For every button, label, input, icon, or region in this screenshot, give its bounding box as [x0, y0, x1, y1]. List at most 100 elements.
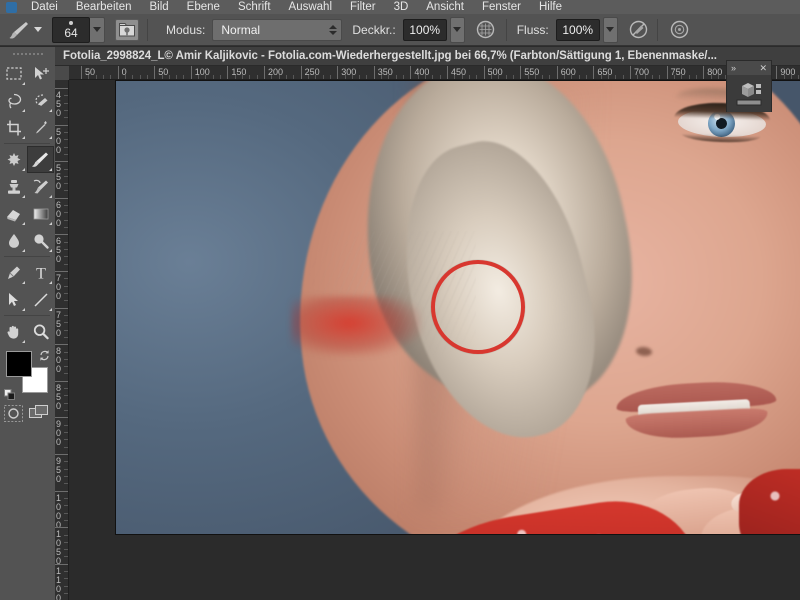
- menu-item-filter[interactable]: Filter: [341, 0, 385, 14]
- opacity-label: Deckkr.:: [352, 22, 396, 37]
- flow-field[interactable]: 100%: [555, 18, 600, 41]
- ruler-tick: 800: [703, 66, 722, 79]
- mode-select[interactable]: Normal: [212, 18, 343, 41]
- ruler-tick-label: 600: [560, 67, 576, 77]
- sidebar-item-blur-tool[interactable]: [0, 227, 27, 254]
- document-tab-bar[interactable]: Fotolia_2998824_L© Amir Kaljikovic - Fot…: [55, 47, 800, 66]
- sidebar-item-move-tool[interactable]: [27, 60, 54, 87]
- sidebar-item-brush-tool[interactable]: [27, 146, 54, 173]
- ruler-tick: 50: [154, 66, 168, 79]
- vertical-ruler[interactable]: 450 500 550 600 650 700 750 800 850 900 950 1000 105…: [55, 80, 69, 600]
- sidebar-item-path-selection-tool[interactable]: [0, 286, 27, 313]
- ruler-tick-label: 50: [85, 67, 96, 77]
- sidebar-item-dodge-tool[interactable]: [27, 227, 54, 254]
- ruler-tick: 600: [556, 66, 576, 79]
- close-icon[interactable]: ✕: [759, 61, 767, 75]
- menu-item-auswahl[interactable]: Auswahl: [280, 0, 341, 14]
- ruler-tick: 300: [337, 66, 356, 79]
- type-icon: T: [36, 265, 46, 282]
- menu-item-schrift[interactable]: Schrift: [229, 0, 280, 14]
- ruler-tick: 900: [776, 66, 795, 79]
- menu-item-ebene[interactable]: Ebene: [178, 0, 229, 14]
- ruler-corner[interactable]: [55, 66, 69, 80]
- sidebar-item-clone-stamp-tool[interactable]: [0, 173, 27, 200]
- ruler-tick: 150: [227, 66, 246, 79]
- sidebar-item-lasso-tool[interactable]: [0, 87, 27, 114]
- opacity-stepper[interactable]: [449, 16, 465, 43]
- sidebar-item-history-brush-tool[interactable]: [27, 173, 54, 200]
- path-arrow-icon: [8, 292, 18, 306]
- pressure-opacity-icon[interactable]: [474, 18, 498, 42]
- image-lips: [615, 378, 777, 441]
- menu-bar: Datei Bearbeiten Bild Ebene Schrift Ausw…: [0, 0, 800, 14]
- brush-size-stepper[interactable]: [90, 16, 105, 43]
- opacity-value: 100%: [409, 22, 441, 37]
- mode-label: Modus:: [166, 22, 206, 37]
- sidebar-item-gradient-tool[interactable]: [27, 200, 54, 227]
- ruler-tick: 450: [55, 88, 68, 118]
- sidebar-item-quick-selection-tool[interactable]: [27, 87, 54, 114]
- tools-panel-drag-handle[interactable]: [0, 47, 55, 60]
- brush-size-field[interactable]: 64: [52, 16, 90, 43]
- menu-item-bearbeiten[interactable]: Bearbeiten: [67, 0, 141, 14]
- collapsed-panel-body[interactable]: [727, 75, 771, 112]
- collapsed-panel[interactable]: » ✕: [726, 60, 772, 112]
- canvas-area[interactable]: [69, 80, 800, 600]
- sidebar-item-marquee-tool[interactable]: [0, 60, 27, 87]
- foreground-color-swatch[interactable]: [6, 351, 32, 377]
- ruler-tick-label: 50: [158, 67, 169, 77]
- sidebar-item-type-tool[interactable]: T: [27, 259, 54, 286]
- ruler-tick-label: 300: [341, 67, 357, 77]
- marquee-icon: [5, 66, 22, 80]
- ruler-tick: 700: [55, 271, 68, 301]
- healing-brush-icon: [7, 152, 20, 166]
- color-swatches: [4, 349, 55, 401]
- double-chevron-right-icon[interactable]: »: [731, 61, 736, 75]
- collapsed-panel-header[interactable]: » ✕: [727, 61, 771, 75]
- gradient-icon: [33, 208, 48, 219]
- sidebar-item-eyedropper-tool[interactable]: [27, 114, 54, 141]
- ruler-tick-label: 550: [524, 67, 540, 77]
- screen-mode-icon[interactable]: [29, 405, 49, 422]
- eraser-icon: [6, 209, 20, 221]
- sidebar-item-healing-brush-tool[interactable]: [0, 146, 27, 173]
- menu-item-ansicht[interactable]: Ansicht: [417, 0, 473, 14]
- brush-icon[interactable]: [6, 18, 32, 42]
- ruler-tick: 800: [55, 344, 68, 374]
- reset-colors-icon[interactable]: [4, 389, 16, 401]
- swap-arrows-icon[interactable]: [38, 349, 51, 362]
- brush-preset-chevron-down-icon[interactable]: [34, 27, 42, 32]
- airbrush-icon[interactable]: [627, 18, 651, 42]
- document-title: Fotolia_2998824_L© Amir Kaljikovic - Fot…: [63, 50, 717, 62]
- ruler-tick: 750: [55, 307, 68, 337]
- menu-item-3d[interactable]: 3D: [385, 0, 418, 14]
- sidebar-item-line-tool[interactable]: [27, 286, 54, 313]
- sidebar-item-zoom-tool[interactable]: [27, 318, 54, 345]
- ruler-tick: 550: [55, 161, 68, 191]
- photoshop-logo-icon: [0, 0, 22, 14]
- ruler-tick: 650: [55, 234, 68, 264]
- menu-item-hilfe[interactable]: Hilfe: [530, 0, 571, 14]
- flow-stepper[interactable]: [602, 16, 618, 43]
- opacity-field[interactable]: 100%: [402, 18, 447, 41]
- mode-chevron-updown-icon: [329, 24, 338, 35]
- sidebar-item-pen-tool[interactable]: [0, 259, 27, 286]
- document-image[interactable]: [115, 80, 800, 535]
- sidebar-item-hand-tool[interactable]: [0, 318, 27, 345]
- ruler-tick: 100: [190, 66, 210, 79]
- horizontal-ruler[interactable]: 50 0 50 100 150 200 250 300 350 400 450 500 550 600 65…: [55, 66, 800, 80]
- menu-item-fenster[interactable]: Fenster: [473, 0, 530, 14]
- brush-panel-icon[interactable]: [115, 18, 139, 41]
- blur-drop-icon: [8, 233, 19, 248]
- sidebar-item-crop-tool[interactable]: [0, 114, 27, 141]
- flow-value: 100%: [562, 22, 594, 37]
- quick-mask-icon[interactable]: [4, 405, 23, 422]
- sidebar-item-eraser-tool[interactable]: [0, 200, 27, 227]
- ruler-tick-label: 200: [268, 67, 284, 77]
- options-bar: 64 Modus: Normal Deckkr.: 100% Fluss: 10…: [0, 14, 800, 46]
- pressure-size-icon[interactable]: [668, 18, 692, 42]
- menu-item-datei[interactable]: Datei: [22, 0, 67, 14]
- image-red-paint-stroke: [291, 296, 421, 356]
- ruler-tick: 450: [447, 66, 466, 79]
- menu-item-bild[interactable]: Bild: [140, 0, 177, 14]
